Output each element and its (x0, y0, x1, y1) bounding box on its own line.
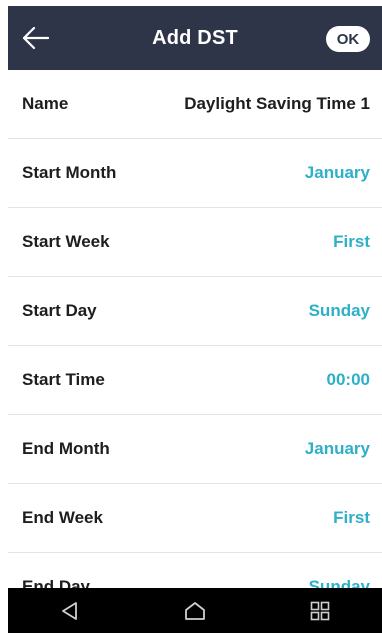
home-icon (185, 601, 205, 620)
grid-icon (310, 601, 329, 620)
system-nav-bar (8, 588, 382, 633)
row-start-month[interactable]: Start Month January (8, 139, 382, 208)
row-value: Daylight Saving Time 1 (184, 94, 370, 113)
row-value: Sunday (308, 301, 370, 320)
row-start-week[interactable]: Start Week First (8, 208, 382, 277)
row-end-month[interactable]: End Month January (8, 415, 382, 484)
triangle-back-icon (62, 601, 78, 620)
page-title: Add DST (152, 26, 238, 49)
row-label: Start Week (22, 232, 110, 251)
row-value: January (304, 163, 370, 182)
row-start-day[interactable]: Start Day Sunday (8, 277, 382, 346)
row-value: January (304, 439, 370, 458)
nav-home-button[interactable] (175, 591, 215, 631)
row-label: End Day (22, 577, 91, 588)
row-value: First (333, 508, 370, 527)
row-end-day[interactable]: End Day Sunday (8, 553, 382, 588)
arrow-left-icon (23, 27, 49, 49)
ok-button[interactable]: OK (326, 26, 370, 52)
row-label: End Month (22, 439, 110, 458)
row-value: 00:00 (326, 370, 370, 389)
row-label: Name (22, 94, 69, 113)
nav-back-button[interactable] (50, 591, 90, 631)
row-label: Start Day (22, 301, 97, 320)
screen: Add DST OK Name Daylight Saving Time 1 S… (0, 0, 382, 633)
nav-recents-button[interactable] (300, 591, 340, 631)
row-end-week[interactable]: End Week First (8, 484, 382, 553)
row-value: First (333, 232, 370, 251)
row-label: Start Month (22, 163, 117, 182)
row-label: Start Time (22, 370, 105, 389)
settings-list: Name Daylight Saving Time 1 Start Month … (8, 70, 382, 588)
row-start-time[interactable]: Start Time 00:00 (8, 346, 382, 415)
row-label: End Week (22, 508, 103, 527)
back-button[interactable] (18, 20, 54, 56)
row-value: Sunday (308, 577, 370, 588)
app-header: Add DST OK (8, 6, 382, 70)
row-name[interactable]: Name Daylight Saving Time 1 (8, 70, 382, 139)
